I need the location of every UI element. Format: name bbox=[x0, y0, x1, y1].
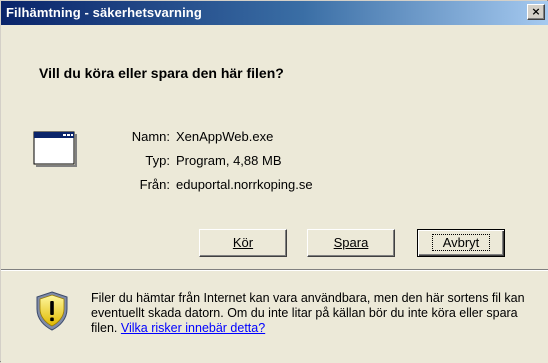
risks-link[interactable]: Vilka risker innebär detta? bbox=[121, 321, 265, 335]
run-button-label: Kör bbox=[232, 235, 254, 250]
warning-area: Filer du hämtar från Internet kan vara a… bbox=[1, 271, 548, 363]
detail-label: Från: bbox=[139, 177, 170, 192]
title-bar[interactable]: Filhämtning - säkerhetsvarning × bbox=[1, 1, 548, 25]
warning-text-block: Filer du hämtar från Internet kan vara a… bbox=[91, 291, 531, 336]
run-button[interactable]: Kör bbox=[199, 229, 287, 257]
close-button[interactable]: × bbox=[527, 4, 545, 20]
detail-value-name: XenAppWeb.exe bbox=[176, 129, 274, 144]
save-button[interactable]: Spara bbox=[307, 229, 395, 257]
question-heading: Vill du köra eller spara den här filen? bbox=[39, 65, 284, 81]
detail-label: Namn: bbox=[131, 129, 170, 144]
security-shield-icon bbox=[36, 291, 68, 331]
application-window-icon bbox=[33, 131, 77, 167]
cancel-button-label: Avbryt bbox=[431, 234, 491, 251]
save-button-label: Spara bbox=[333, 235, 369, 250]
download-security-dialog: Filhämtning - säkerhetsvarning × Vill du… bbox=[0, 0, 548, 363]
detail-label: Typ: bbox=[145, 153, 170, 168]
cancel-button[interactable]: Avbryt bbox=[417, 229, 505, 257]
detail-value-type: Program, 4,88 MB bbox=[176, 153, 282, 168]
detail-value-from: eduportal.norrkoping.se bbox=[176, 177, 313, 192]
dialog-main-area: Vill du köra eller spara den här filen? … bbox=[1, 25, 548, 269]
window-title: Filhämtning - säkerhetsvarning bbox=[6, 5, 202, 20]
